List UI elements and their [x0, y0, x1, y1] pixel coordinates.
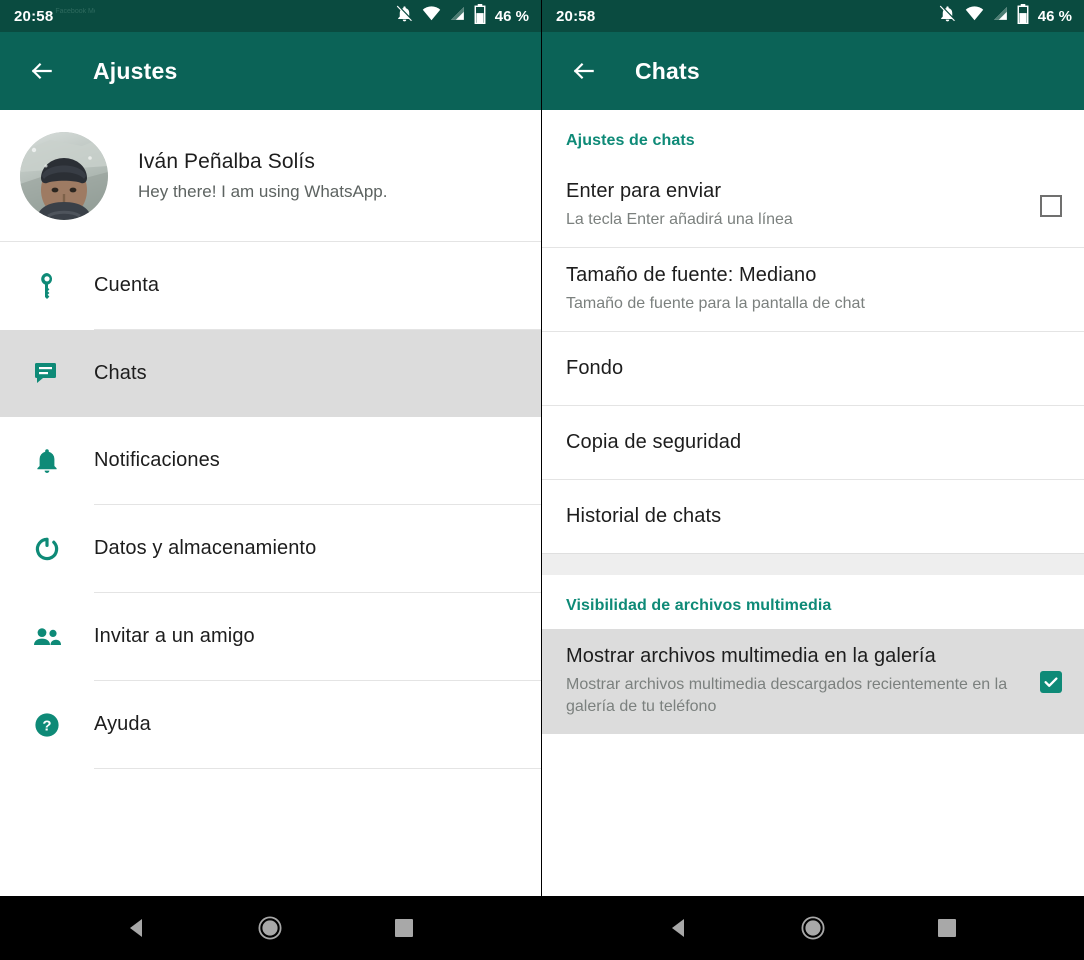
- sidebar-item-datos-y-almacenamiento[interactable]: Datos y almacenamiento: [0, 505, 541, 592]
- avatar: [20, 131, 108, 220]
- setting-row-mostrar-archivos-multimedia[interactable]: Mostrar archivos multimedia en la galerí…: [542, 629, 1084, 734]
- sidebar-item-invitar-a-un-amigo[interactable]: Invitar a un amigo: [0, 593, 541, 680]
- square-recents-icon[interactable]: [384, 908, 424, 948]
- sidebar-item-label: Chats: [94, 362, 147, 384]
- setting-subtitle: Mostrar archivos multimedia descargados …: [566, 676, 1008, 715]
- sidebar-item-label: Datos y almacenamiento: [94, 537, 317, 559]
- status-icons: 46 %: [938, 3, 1072, 29]
- page-title-right: Chats: [635, 57, 700, 84]
- status-icons: 46 %: [395, 3, 529, 29]
- sidebar-item-notificaciones[interactable]: Notificaciones: [0, 417, 541, 504]
- status-bar-right: 20:58 46 %: [542, 0, 1084, 32]
- setting-row-enter-para-enviar[interactable]: Enter para enviar La tecla Enter añadirá…: [542, 164, 1084, 247]
- key-icon: [32, 272, 62, 299]
- arrow-back-icon[interactable]: [26, 55, 58, 87]
- setting-row-fondo[interactable]: Fondo: [542, 332, 1084, 405]
- setting-subtitle: Tamaño de fuente para la pantalla de cha…: [566, 295, 865, 312]
- sidebar-item-label: Cuenta: [94, 274, 160, 296]
- setting-title: Enter para enviar: [566, 180, 722, 202]
- setting-title: Mostrar archivos multimedia en la galerí…: [566, 645, 936, 667]
- app-bar-left: Ajustes: [0, 32, 541, 110]
- setting-texts: Mostrar archivos multimedia en la galerí…: [566, 629, 1040, 734]
- cellular-signal-icon: [449, 5, 466, 27]
- notifications-off-icon: [395, 4, 414, 28]
- profile-name: Iván Peñalba Solís: [138, 149, 315, 173]
- sidebar-item-label: Notificaciones: [94, 449, 220, 471]
- left-pane-settings: 20:58 Facebook Messenger 46 %: [0, 0, 542, 960]
- circle-home-icon[interactable]: [793, 908, 833, 948]
- divider: [94, 768, 541, 769]
- profile-row[interactable]: Iván Peñalba Solís Hey there! I am using…: [0, 110, 541, 241]
- android-nav-bar-left: [0, 896, 541, 960]
- setting-texts: Historial de chats: [566, 489, 1062, 544]
- sidebar-item-label: Ayuda: [94, 713, 151, 735]
- help-circle-icon: ?: [32, 712, 62, 738]
- triangle-back-icon[interactable]: [659, 908, 699, 948]
- sidebar-item-chats[interactable]: Chats: [0, 330, 541, 417]
- setting-title: Tamaño de fuente: Mediano: [566, 264, 817, 286]
- battery-percentage: 46 %: [1037, 7, 1072, 25]
- checkbox-enter-para-enviar[interactable]: [1040, 194, 1062, 217]
- checkbox-mostrar-archivos-multimedia[interactable]: [1040, 670, 1062, 693]
- setting-texts: Fondo: [566, 341, 1062, 396]
- setting-row-copia-de-seguridad[interactable]: Copia de seguridad: [542, 406, 1084, 479]
- sidebar-item-cuenta[interactable]: Cuenta: [0, 242, 541, 329]
- status-time: 20:58: [556, 7, 596, 25]
- profile-text: Iván Peñalba Solís Hey there! I am using…: [138, 150, 387, 202]
- sidebar-item-ayuda[interactable]: ? Ayuda: [0, 681, 541, 768]
- page-title-left: Ajustes: [93, 57, 178, 84]
- right-body: Ajustes de chats Enter para enviar La te…: [542, 110, 1084, 896]
- app-bar-right: Chats: [542, 32, 1084, 110]
- data-usage-icon: [32, 536, 62, 562]
- chat-bubble-icon: [32, 362, 62, 386]
- setting-texts: Tamaño de fuente: Mediano Tamaño de fuen…: [566, 248, 1062, 331]
- wifi-icon: [422, 4, 441, 28]
- section-header-visibilidad-de-archivos-multimedia: Visibilidad de archivos multimedia: [566, 597, 832, 614]
- battery-icon: [1017, 3, 1029, 29]
- setting-texts: Copia de seguridad: [566, 415, 1062, 470]
- wifi-icon: [965, 4, 984, 28]
- triangle-back-icon[interactable]: [117, 908, 157, 948]
- profile-status: Hey there! I am using WhatsApp.: [138, 181, 388, 201]
- arrow-back-icon[interactable]: [568, 55, 600, 87]
- status-time: 20:58: [14, 7, 54, 25]
- bell-icon: [32, 448, 62, 474]
- setting-title: Historial de chats: [566, 505, 722, 527]
- notifications-off-icon: [938, 4, 957, 28]
- status-notification-ghost-text: Facebook Messenger: [55, 7, 95, 15]
- right-pane-chats: 20:58 46 % Chats Ajustes de chats Enter …: [542, 0, 1084, 960]
- people-icon: [32, 627, 62, 647]
- section-header-ajustes-de-chats: Ajustes de chats: [566, 132, 695, 149]
- battery-percentage: 46 %: [494, 7, 529, 25]
- svg-text:?: ?: [42, 717, 51, 734]
- setting-subtitle: La tecla Enter añadirá una línea: [566, 211, 793, 228]
- dual-screenshot: 20:58 Facebook Messenger 46 %: [0, 0, 1084, 960]
- setting-row-historial-de-chats[interactable]: Historial de chats: [542, 480, 1084, 553]
- circle-home-icon[interactable]: [250, 908, 290, 948]
- android-nav-bar-right: [542, 896, 1084, 960]
- setting-title: Fondo: [566, 357, 624, 379]
- square-recents-icon[interactable]: [927, 908, 967, 948]
- setting-row-tamano-de-fuente[interactable]: Tamaño de fuente: Mediano Tamaño de fuen…: [542, 248, 1084, 331]
- setting-texts: Enter para enviar La tecla Enter añadirá…: [566, 164, 1040, 247]
- setting-title: Copia de seguridad: [566, 431, 742, 453]
- sidebar-item-label: Invitar a un amigo: [94, 625, 255, 647]
- left-body: Iván Peñalba Solís Hey there! I am using…: [0, 110, 541, 896]
- section-separator: [542, 553, 1084, 575]
- status-bar-left: 20:58 Facebook Messenger 46 %: [0, 0, 541, 32]
- battery-icon: [474, 3, 486, 29]
- cellular-signal-icon: [992, 5, 1009, 27]
